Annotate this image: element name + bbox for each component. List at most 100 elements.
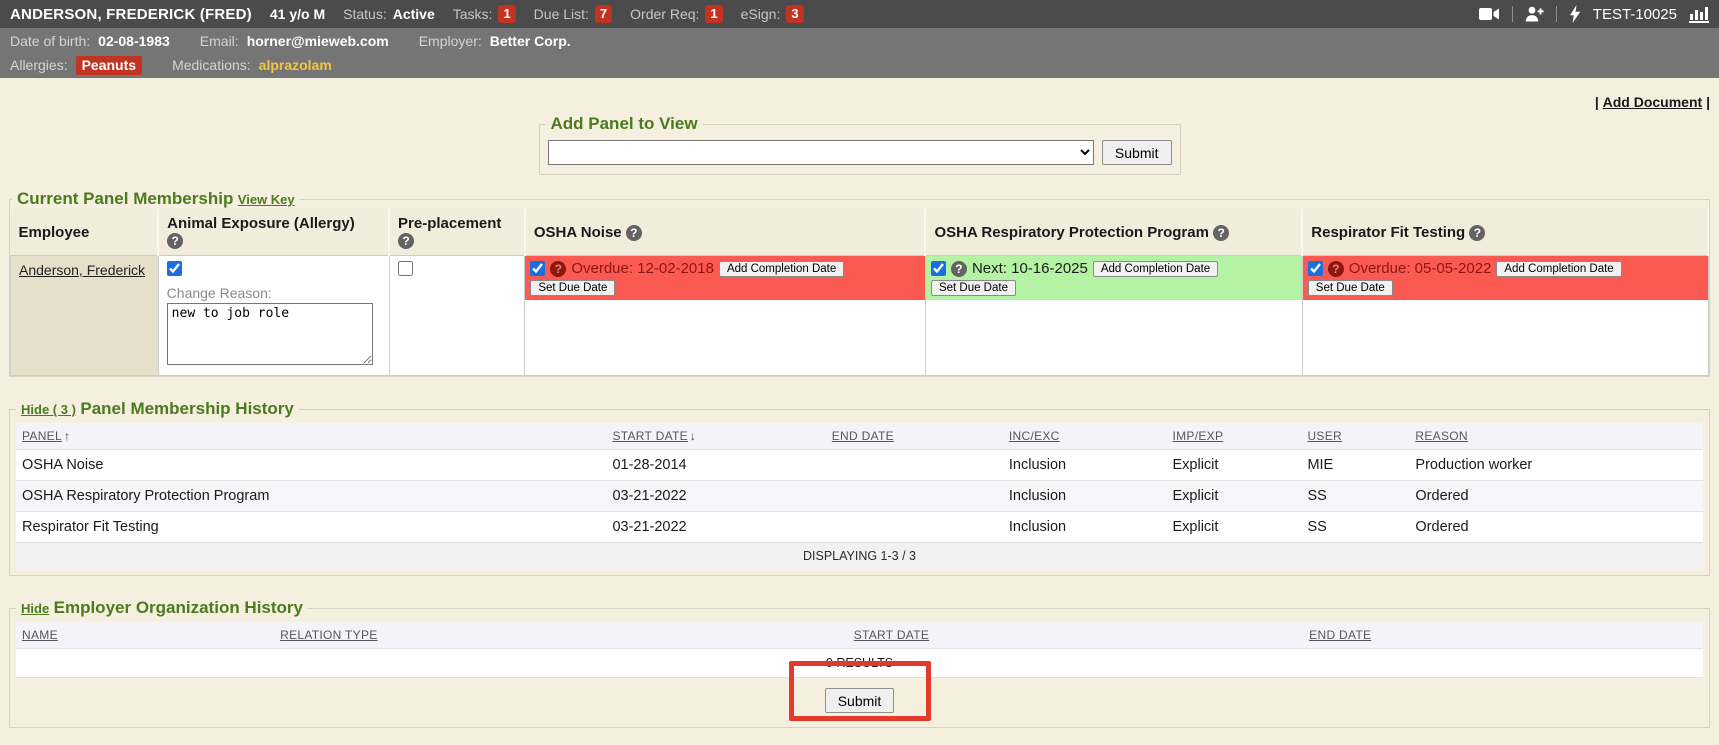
due-list-count-badge[interactable]: 7: [595, 5, 612, 23]
separator: |: [1706, 94, 1710, 110]
add-completion-date-button[interactable]: Add Completion Date: [1496, 261, 1621, 277]
section-title: Employer Organization History: [54, 598, 303, 617]
add-completion-date-button[interactable]: Add Completion Date: [719, 261, 844, 277]
sort-end-date-header[interactable]: END DATE: [832, 429, 894, 443]
panel-membership-history-legend: Hide ( 3 ) Panel Membership History: [16, 399, 299, 419]
chart-icon[interactable]: [1689, 6, 1709, 23]
employer-organization-history-fieldset: Hide Employer Organization History NAME …: [9, 598, 1710, 728]
view-key-link[interactable]: View Key: [238, 192, 295, 207]
panel-select[interactable]: [548, 140, 1094, 165]
osha-respiratory-cell: ? Next: 10-16-2025 Add Completion Date S…: [925, 256, 1302, 376]
section-title: Current Panel Membership: [17, 189, 233, 208]
current-membership-table: Employee Animal Exposure (Allergy) ? Pre…: [10, 209, 1709, 376]
due-list-link[interactable]: Due List: 7: [534, 5, 612, 23]
sort-desc-icon: ↓: [690, 429, 696, 443]
employer-organization-history-table: NAME RELATION TYPE START DATE END DATE 0…: [16, 622, 1703, 678]
column-header-animal-exposure: Animal Exposure (Allergy) ?: [158, 209, 389, 256]
sort-panel-header[interactable]: PANEL: [22, 429, 62, 443]
help-icon[interactable]: ?: [167, 233, 183, 249]
add-document-link[interactable]: Add Document: [1603, 94, 1703, 110]
order-req-link[interactable]: Order Req: 1: [630, 5, 722, 23]
employee-cell: Anderson, Frederick: [11, 256, 159, 376]
medication-value[interactable]: alprazolam: [259, 55, 332, 76]
sort-imp-exp-header[interactable]: IMP/EXP: [1173, 429, 1224, 443]
medications-label: Medications:: [172, 55, 251, 76]
add-completion-date-button[interactable]: Add Completion Date: [1093, 261, 1218, 277]
email-label: Email:: [200, 31, 239, 52]
employer-label: Employer:: [419, 31, 482, 52]
email-value: horner@mieweb.com: [247, 31, 389, 52]
tasks-count-badge[interactable]: 1: [498, 5, 515, 23]
osha-respiratory-status-block: ? Next: 10-16-2025 Add Completion Date S…: [926, 256, 1302, 300]
dob-value: 02-08-1983: [98, 31, 170, 52]
due-help-icon[interactable]: ?: [951, 261, 967, 277]
history-row: OSHA Respiratory Protection Program 03-2…: [16, 481, 1703, 512]
panel-membership-history-fieldset: Hide ( 3 ) Panel Membership History PANE…: [9, 399, 1710, 576]
respirator-fit-cell: ? Overdue: 05-05-2022 Add Completion Dat…: [1302, 256, 1708, 376]
help-icon[interactable]: ?: [398, 233, 414, 249]
set-due-date-button[interactable]: Set Due Date: [530, 280, 615, 296]
column-header-pre-placement: Pre-placement ?: [389, 209, 525, 256]
overdue-help-icon[interactable]: ?: [550, 261, 566, 277]
panel-membership-history-table: PANEL↑ START DATE↓ END DATE INC/EXC IMP/…: [16, 423, 1703, 569]
respirator-fit-checkbox[interactable]: [1308, 261, 1323, 276]
paging-status: DISPLAYING 1-3 / 3: [16, 543, 1703, 570]
add-panel-fieldset: Add Panel to View Submit: [539, 114, 1181, 175]
sort-reason-header[interactable]: REASON: [1415, 429, 1467, 443]
sort-user-header[interactable]: USER: [1307, 429, 1342, 443]
sort-end-date-header[interactable]: END DATE: [1309, 628, 1371, 642]
current-panel-membership-legend: Current Panel Membership View Key: [12, 189, 300, 209]
patient-info-bar: Date of birth: 02-08-1983 Email: horner@…: [0, 28, 1719, 78]
empty-results-row: 0 RESULTS: [16, 649, 1703, 678]
history-row: OSHA Noise 01-28-2014 Inclusion Explicit…: [16, 450, 1703, 481]
current-panel-membership-fieldset: Current Panel Membership View Key Employ…: [9, 189, 1710, 377]
osha-respiratory-checkbox[interactable]: [931, 261, 946, 276]
help-icon[interactable]: ?: [626, 225, 642, 241]
set-due-date-button[interactable]: Set Due Date: [931, 280, 1016, 296]
change-reason-label: Change Reason:: [167, 285, 381, 301]
sort-relation-type-header[interactable]: RELATION TYPE: [280, 628, 377, 642]
animal-exposure-checkbox[interactable]: [167, 261, 182, 276]
set-due-date-button[interactable]: Set Due Date: [1308, 280, 1393, 296]
help-icon[interactable]: ?: [1213, 225, 1229, 241]
change-reason-textarea[interactable]: [167, 303, 373, 365]
employee-link[interactable]: Anderson, Frederick: [19, 262, 145, 278]
empty-results-text: 0 RESULTS: [16, 649, 1703, 678]
employer-submit-button[interactable]: Submit: [825, 688, 895, 713]
video-camera-icon[interactable]: [1479, 7, 1500, 21]
sort-start-date-header[interactable]: START DATE: [854, 628, 929, 642]
respirator-fit-status-block: ? Overdue: 05-05-2022 Add Completion Dat…: [1303, 256, 1708, 300]
lightning-icon[interactable]: [1569, 5, 1581, 23]
column-header-employee: Employee: [11, 209, 159, 256]
status-indicator: Status: Active: [343, 6, 435, 22]
osha-noise-status-block: ? Overdue: 12-02-2018 Add Completion Dat…: [525, 256, 925, 300]
hide-history-link[interactable]: Hide ( 3 ): [21, 402, 76, 417]
add-panel-submit-button[interactable]: Submit: [1102, 140, 1172, 165]
osha-noise-checkbox[interactable]: [530, 261, 545, 276]
animal-exposure-cell: Change Reason:: [158, 256, 389, 376]
tasks-link[interactable]: Tasks: 1: [453, 5, 516, 23]
add-person-icon[interactable]: [1525, 6, 1544, 22]
patient-name: ANDERSON, FREDERICK (FRED): [10, 6, 252, 23]
employer-submit-area: Submit: [16, 688, 1703, 713]
divider: [1512, 6, 1513, 22]
sort-inc-exc-header[interactable]: INC/EXC: [1009, 429, 1060, 443]
column-header-osha-respiratory: OSHA Respiratory Protection Program ?: [925, 209, 1302, 256]
esign-count-badge[interactable]: 3: [786, 5, 803, 23]
order-req-count-badge[interactable]: 1: [705, 5, 722, 23]
help-icon[interactable]: ?: [1469, 225, 1485, 241]
hide-employer-history-link[interactable]: Hide: [21, 601, 49, 616]
esign-link[interactable]: eSign: 3: [741, 5, 804, 23]
add-panel-legend: Add Panel to View: [546, 114, 703, 134]
overdue-help-icon[interactable]: ?: [1328, 261, 1344, 277]
employer-organization-history-legend: Hide Employer Organization History: [16, 598, 308, 618]
sort-start-date-header[interactable]: START DATE: [612, 429, 687, 443]
osha-noise-cell: ? Overdue: 12-02-2018 Add Completion Dat…: [525, 256, 926, 376]
separator: |: [1595, 94, 1599, 110]
patient-header-bar: ANDERSON, FREDERICK (FRED) 41 y/o M Stat…: [0, 0, 1719, 28]
allergy-badge[interactable]: Peanuts: [76, 56, 142, 75]
main-content: | Add Document | Add Panel to View Submi…: [0, 94, 1719, 728]
system-id: TEST-10025: [1593, 6, 1677, 23]
sort-name-header[interactable]: NAME: [22, 628, 58, 642]
pre-placement-checkbox[interactable]: [398, 261, 413, 276]
